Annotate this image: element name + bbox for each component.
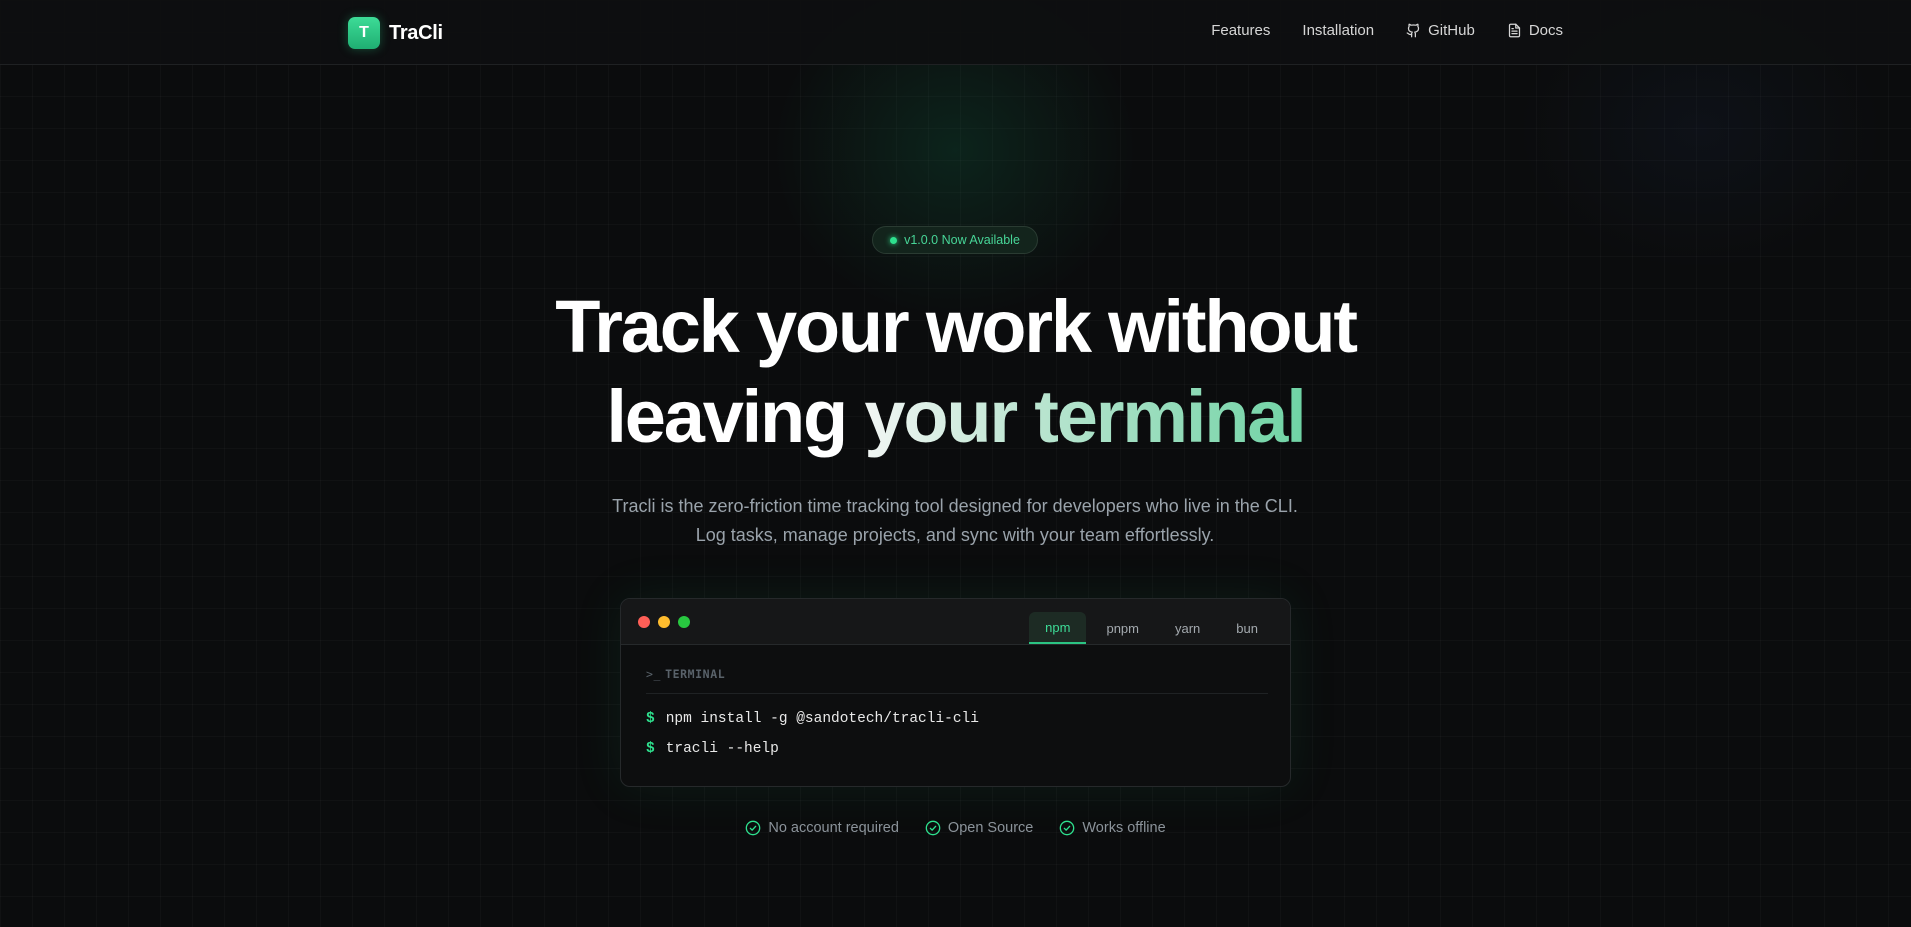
terminal-command[interactable]: $ npm install -g @sandotech/tracli-cli	[646, 711, 979, 727]
feature-label: Open Source	[947, 820, 1034, 836]
version-badge: v1.0.0 Now Available	[872, 226, 1038, 254]
terminal-label-text: TERMINAL	[665, 667, 726, 681]
feature-item: Open Source	[925, 820, 1033, 836]
nav-link-features[interactable]: Features	[1211, 22, 1270, 39]
status-dot-icon	[890, 236, 898, 244]
window-close-dot-icon	[638, 616, 650, 628]
window-minimize-dot-icon	[658, 616, 670, 628]
check-circle-icon	[746, 820, 761, 836]
nav-link-github[interactable]: GitHub	[1406, 22, 1475, 39]
command-prompt: $	[646, 711, 655, 727]
headline-plain: leaving	[606, 375, 865, 458]
command-text: tracli --help	[665, 741, 779, 757]
tab-yarn[interactable]: yarn	[1159, 612, 1216, 644]
feature-list: No account required Open Source Works of…	[0, 820, 1911, 836]
check-circle-icon	[1060, 820, 1075, 836]
feature-item: No account required	[745, 820, 899, 836]
github-icon	[1406, 23, 1420, 38]
headline-line-1: Track your work without	[555, 285, 1358, 368]
command-text: npm install -g @sandotech/tracli-cli	[665, 711, 979, 727]
nav-link-label: Features	[1211, 22, 1271, 39]
nav-link-label: Installation	[1302, 22, 1375, 39]
tab-npm[interactable]: npm	[1029, 612, 1087, 644]
document-icon	[1508, 23, 1520, 38]
command-prompt: $	[646, 741, 655, 757]
hero-headline: Track your work without leaving your ter…	[0, 282, 1911, 462]
terminal-prompt-icon: >_	[646, 667, 662, 681]
check-circle-icon	[925, 820, 941, 836]
nav-link-label: Docs	[1528, 22, 1563, 39]
brand-link[interactable]: T TraCli	[348, 17, 443, 49]
feature-label: No account required	[768, 820, 899, 836]
landing-page: T TraCli Features Installation GitHub Do…	[0, 0, 1911, 927]
headline-line-2: leaving your terminal	[0, 372, 1911, 462]
top-nav: T TraCli Features Installation GitHub Do…	[0, 0, 1911, 65]
terminal-command[interactable]: $ tracli --help	[646, 741, 779, 757]
install-terminal: npm pnpm yarn bun >_ TERMINAL $ npm instal…	[620, 598, 1291, 787]
package-manager-tabs: npm pnpm yarn bun	[1029, 612, 1274, 644]
headline-gradient: your terminal	[864, 375, 1306, 458]
hero-subtitle: Tracli is the zero-friction time trackin…	[612, 496, 1298, 545]
nav-links: Features Installation GitHub Docs	[1211, 22, 1563, 39]
window-maximize-dot-icon	[678, 616, 690, 628]
tab-bun[interactable]: bun	[1220, 612, 1274, 644]
brand-logo: T	[348, 17, 380, 49]
nav-link-installation[interactable]: Installation	[1302, 22, 1374, 39]
terminal-titlebar: npm pnpm yarn bun	[621, 599, 1290, 645]
nav-link-docs[interactable]: Docs	[1507, 22, 1563, 39]
terminal-label: >_ TERMINAL	[646, 667, 725, 681]
version-badge-label: v1.0.0 Now Available	[904, 233, 1020, 247]
feature-label: Works offline	[1082, 820, 1166, 836]
brand-name: TraCli	[389, 21, 443, 44]
tab-pnpm[interactable]: pnpm	[1090, 612, 1155, 644]
terminal-divider	[646, 693, 1268, 694]
nav-link-label: GitHub	[1428, 22, 1475, 39]
feature-item: Works offline	[1059, 820, 1166, 836]
